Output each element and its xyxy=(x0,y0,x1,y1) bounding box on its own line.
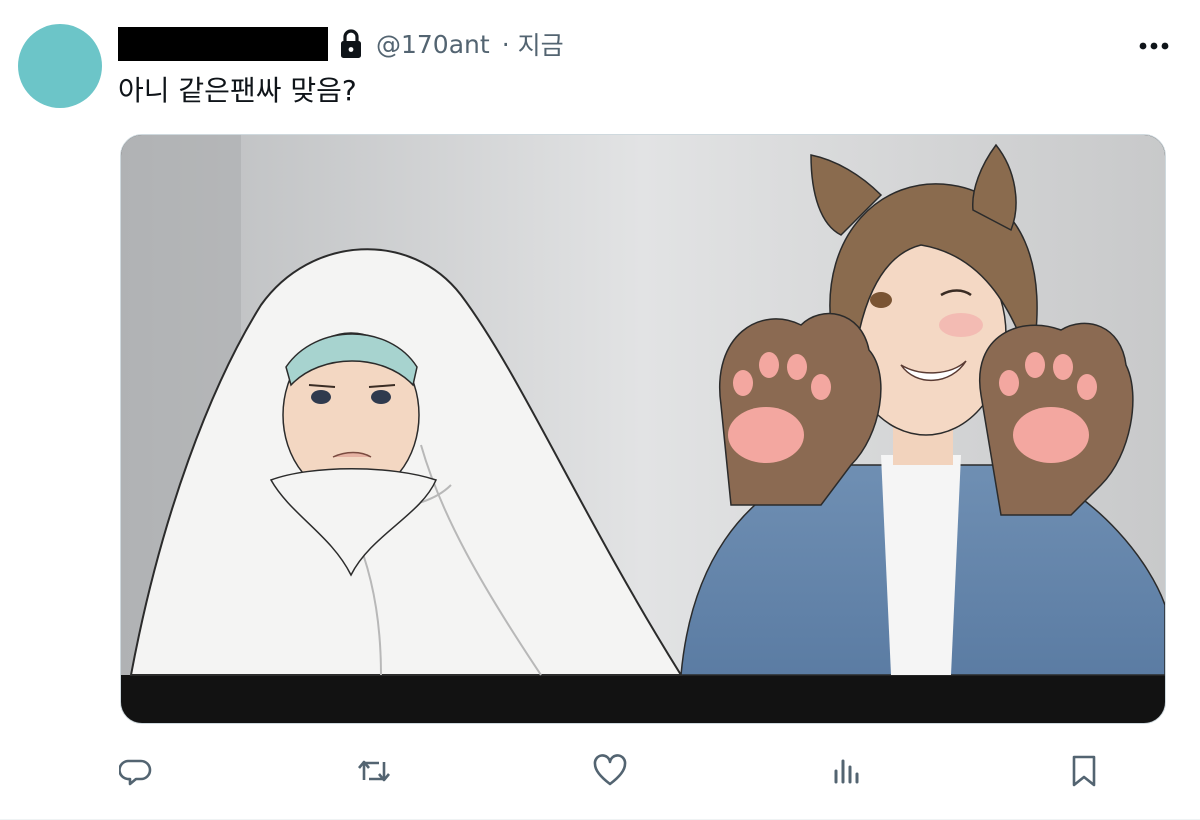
lock-icon xyxy=(338,27,364,61)
reply-icon xyxy=(119,759,152,786)
tweet: @170ant · 지금 아니 같은팬싸 맞음? xyxy=(0,0,1200,820)
retweet-icon xyxy=(358,760,390,782)
tweet-media-image[interactable] xyxy=(120,134,1166,724)
bookmark-button[interactable] xyxy=(1058,745,1110,797)
author-name-redacted[interactable] xyxy=(118,27,328,61)
tweet-header: @170ant · 지금 xyxy=(118,22,564,66)
avatar[interactable] xyxy=(18,24,102,108)
analytics-icon xyxy=(834,759,859,784)
bookmark-icon xyxy=(1072,755,1096,787)
tweet-text: 아니 같은팬싸 맞음? xyxy=(118,74,357,107)
more-icon xyxy=(1139,42,1169,50)
timestamp[interactable]: 지금 xyxy=(518,26,564,62)
like-button[interactable] xyxy=(584,745,636,797)
reply-button[interactable] xyxy=(110,745,162,797)
heart-icon xyxy=(593,754,627,786)
views-button[interactable] xyxy=(820,745,872,797)
separator-dot: · xyxy=(501,29,510,59)
author-handle[interactable]: @170ant xyxy=(376,30,490,59)
retweet-button[interactable] xyxy=(348,745,400,797)
webtoon-illustration xyxy=(121,135,1165,723)
more-options-button[interactable] xyxy=(1134,28,1174,64)
tweet-actions xyxy=(0,745,1200,797)
